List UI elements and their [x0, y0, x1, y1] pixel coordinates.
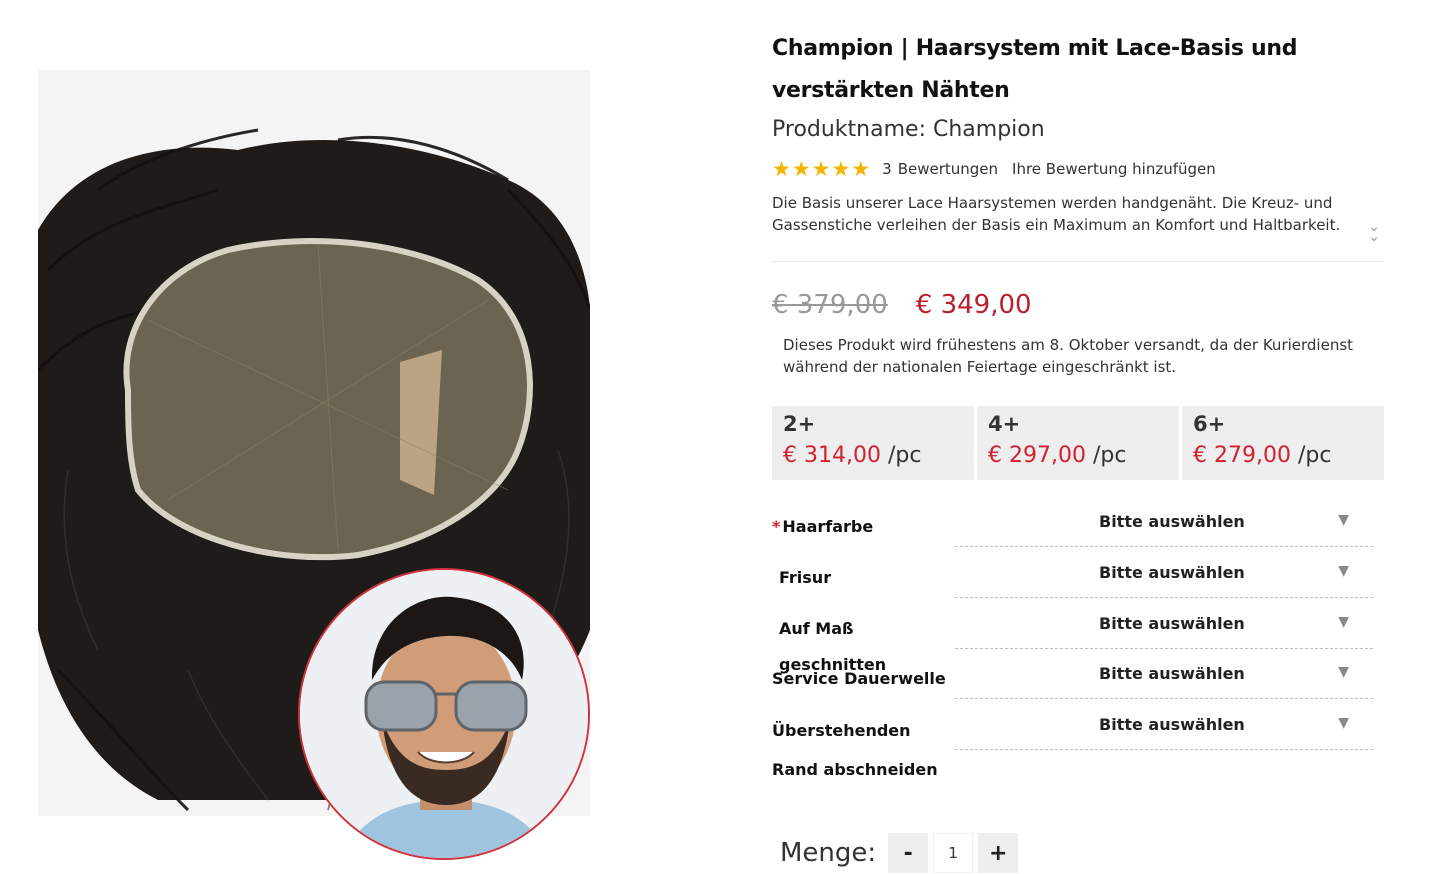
product-options: * Haarfarbe Bitte auswählen ▼ Frisur Bitt…	[772, 502, 1384, 795]
option-rand: Überstehenden Rand abschneiden Bitte aus…	[772, 705, 1384, 795]
reviews-link[interactable]: Bewertungen	[898, 160, 998, 178]
product-description: Die Basis unserer Lace Haarsystemen werd…	[772, 192, 1380, 244]
quantity-input[interactable]: 1	[933, 833, 974, 873]
star-icon: ★	[831, 157, 851, 181]
triangle-down-icon: ▼	[1338, 512, 1349, 528]
option-dauerwelle: Service Dauerwelle Bitte auswählen ▼	[772, 654, 1384, 705]
tier-amount: € 297,00	[988, 443, 1086, 468]
quantity-decrease-button[interactable]: -	[888, 833, 929, 873]
tier-price: € 297,00 /pc	[988, 438, 1168, 474]
rand-select[interactable]: Bitte auswählen ▼	[955, 705, 1373, 750]
model-illustration	[300, 570, 588, 858]
tier-qty: 4+	[988, 412, 1021, 436]
reviews-count[interactable]: 3	[882, 160, 892, 178]
option-label: * Haarfarbe	[772, 502, 955, 553]
tier-qty: 2+	[783, 412, 816, 436]
tier-price-box: 4+ € 297,00 /pc	[977, 406, 1179, 480]
option-label: Überstehenden Rand abschneiden	[772, 721, 938, 779]
product-info: Champion | Haarsystem mit Lace-Basis und…	[772, 28, 1384, 795]
rating-row: ★ ★ ★ ★ ★ 3 Bewertungen Ihre Bewertung h…	[772, 158, 1384, 180]
select-value: Bitte auswählen	[1099, 614, 1245, 633]
model-photo	[298, 568, 590, 860]
star-icon: ★	[772, 157, 791, 181]
option-label: Auf Maß geschnitten	[779, 619, 887, 674]
tier-unit: /pc	[1297, 443, 1332, 468]
triangle-down-icon: ▼	[1338, 715, 1349, 731]
tier-qty: 6+	[1193, 412, 1226, 436]
tier-amount: € 279,00	[1193, 443, 1291, 468]
dauerwelle-select[interactable]: Bitte auswählen ▼	[955, 654, 1373, 699]
price-row: € 379,00 € 349,00	[772, 290, 1384, 320]
auf-mass-select[interactable]: Bitte auswählen ▼	[955, 604, 1373, 649]
select-value: Bitte auswählen	[1099, 512, 1245, 531]
double-chevron-down-icon[interactable]: ⌄ ⌄	[1368, 220, 1380, 244]
option-label-text: Haarfarbe	[782, 517, 874, 536]
required-marker: *	[772, 517, 781, 536]
add-review-link[interactable]: Ihre Bewertung hinzufügen	[1012, 160, 1216, 178]
select-value: Bitte auswählen	[1099, 664, 1245, 683]
option-auf-mass: Auf Maß geschnitten Bitte auswählen ▼	[772, 604, 1384, 674]
triangle-down-icon: ▼	[1338, 664, 1349, 680]
tier-amount: € 314,00	[783, 443, 881, 468]
triangle-down-icon: ▼	[1338, 563, 1349, 579]
triangle-down-icon: ▼	[1338, 614, 1349, 630]
product-subtitle: Produktname: Champion	[772, 117, 1045, 142]
rating-stars: ★ ★ ★ ★ ★	[772, 157, 871, 181]
current-price: € 349,00	[915, 290, 1032, 320]
product-page: Champion | Haarsystem mit Lace-Basis und…	[0, 0, 1450, 874]
tier-price-box: 6+ € 279,00 /pc	[1182, 406, 1384, 480]
old-price: € 379,00	[772, 290, 888, 320]
option-frisur: Frisur Bitte auswählen ▼	[772, 553, 1384, 604]
option-haarfarbe: * Haarfarbe Bitte auswählen ▼	[772, 502, 1384, 553]
divider	[772, 261, 1384, 262]
product-title: Champion | Haarsystem mit Lace-Basis und…	[772, 36, 1298, 103]
tier-unit: /pc	[1092, 443, 1127, 468]
description-text: Die Basis unserer Lace Haarsystemen werd…	[772, 194, 1341, 234]
quantity-row: Menge: - 1 +	[780, 833, 1019, 873]
tier-price: € 279,00 /pc	[1193, 438, 1373, 474]
option-label: Service Dauerwelle	[772, 669, 946, 688]
tier-unit: /pc	[887, 443, 922, 468]
tier-price-box: 2+ € 314,00 /pc	[772, 406, 974, 480]
star-icon: ★	[811, 157, 831, 181]
select-value: Bitte auswählen	[1099, 715, 1245, 734]
tier-prices: 2+ € 314,00 /pc 4+ € 297,00 /pc 6+ € 279…	[772, 406, 1384, 480]
frisur-select[interactable]: Bitte auswählen ▼	[955, 553, 1373, 598]
option-label: Frisur	[779, 568, 832, 587]
star-icon: ★	[791, 157, 811, 181]
select-value: Bitte auswählen	[1099, 563, 1245, 582]
haarfarbe-select[interactable]: Bitte auswählen ▼	[955, 502, 1373, 547]
shipping-note: Dieses Produkt wird frühestens am 8. Okt…	[783, 336, 1354, 376]
quantity-increase-button[interactable]: +	[978, 833, 1019, 873]
tier-price: € 314,00 /pc	[783, 438, 963, 474]
star-icon: ★	[851, 157, 871, 181]
quantity-label: Menge:	[780, 838, 877, 868]
